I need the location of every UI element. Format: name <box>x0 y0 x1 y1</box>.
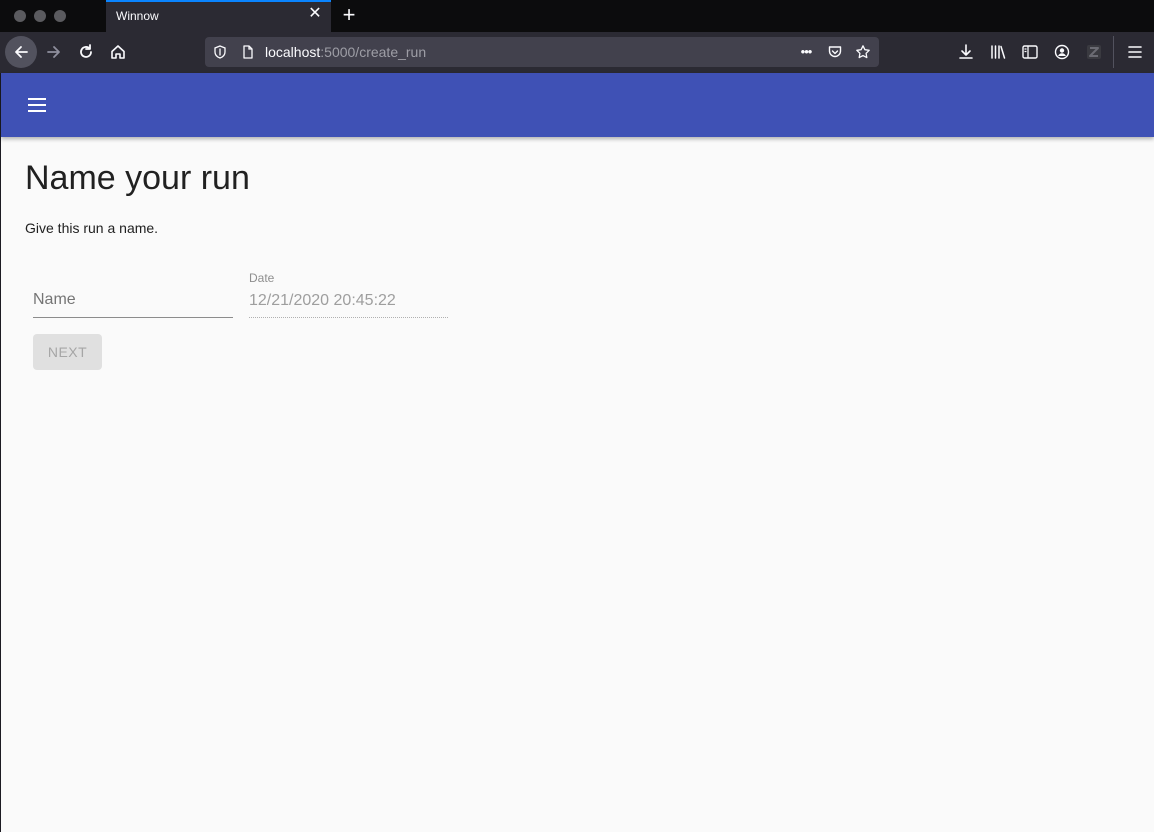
tab-winnow[interactable]: Winnow ✕ <box>106 0 331 32</box>
name-input[interactable] <box>33 291 233 309</box>
shield-icon[interactable] <box>212 44 228 60</box>
home-icon <box>111 45 125 59</box>
account-icon[interactable] <box>1053 43 1071 61</box>
zotero-extension-icon[interactable] <box>1085 43 1103 61</box>
date-field: 12/21/2020 20:45:22 <box>249 283 448 318</box>
page-title: Name your run <box>25 159 250 197</box>
minimize-window-dot[interactable] <box>34 10 46 22</box>
back-button[interactable] <box>5 36 37 68</box>
date-value: 12/21/2020 20:45:22 <box>249 292 396 309</box>
toolbar-divider <box>1113 36 1114 68</box>
name-field <box>33 283 233 318</box>
new-tab-button[interactable]: + <box>339 4 359 26</box>
tab-title: Winnow <box>116 9 159 23</box>
url-text[interactable]: localhost:5000/create_run <box>265 44 426 60</box>
zoom-window-dot[interactable] <box>54 10 66 22</box>
menu-icon[interactable] <box>25 93 49 117</box>
page-actions-icon[interactable]: ••• <box>798 43 814 59</box>
close-window-dot[interactable] <box>14 10 26 22</box>
download-icon[interactable] <box>957 43 975 61</box>
navigation-toolbar: localhost:5000/create_run ••• <box>0 32 1154 73</box>
home-button[interactable] <box>102 36 134 68</box>
page-subtitle: Give this run a name. <box>25 220 159 236</box>
url-host: localhost <box>265 44 321 60</box>
reload-icon <box>80 44 92 58</box>
page-info-icon[interactable] <box>240 44 256 60</box>
hamburger-menu-icon[interactable] <box>1126 43 1144 61</box>
bookmark-star-icon[interactable] <box>855 44 871 60</box>
sidebar-icon[interactable] <box>1021 43 1039 61</box>
page-content: Name your run Give this run a name. Date… <box>1 73 1154 832</box>
tab-strip: Winnow ✕ + <box>0 0 1154 32</box>
reload-button[interactable] <box>70 36 102 68</box>
next-button[interactable]: NEXT <box>33 334 102 370</box>
url-bar[interactable]: localhost:5000/create_run ••• <box>205 37 879 67</box>
app-bar <box>1 73 1154 137</box>
forward-button[interactable] <box>38 36 70 68</box>
url-path: :5000/create_run <box>320 44 427 60</box>
tab-close-icon[interactable]: ✕ <box>307 6 323 22</box>
arrow-right-icon <box>47 46 60 58</box>
arrow-left-icon <box>15 46 28 58</box>
pocket-icon[interactable] <box>827 44 843 60</box>
library-icon[interactable] <box>989 43 1007 61</box>
